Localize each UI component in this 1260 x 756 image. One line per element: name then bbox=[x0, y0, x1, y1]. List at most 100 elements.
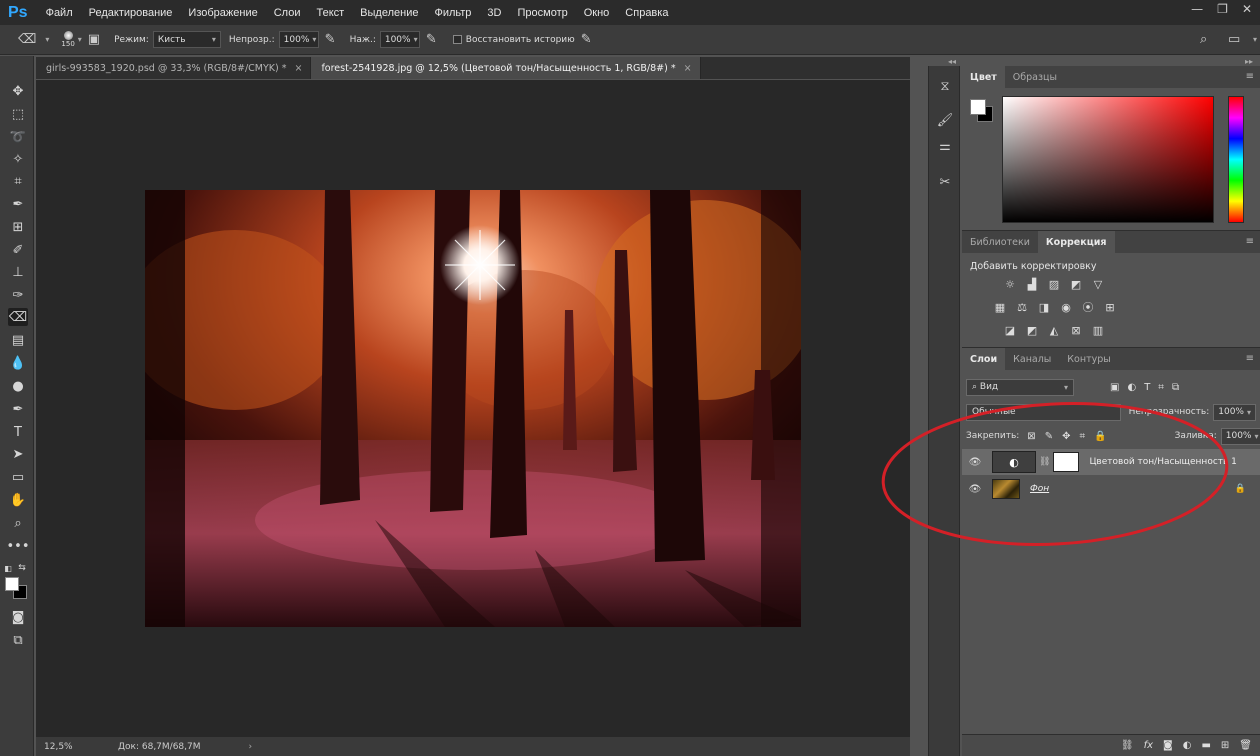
menu-view[interactable]: Просмотр bbox=[509, 7, 575, 19]
panel-menu-icon[interactable]: ≡ bbox=[1246, 353, 1254, 364]
filter-type-icon[interactable]: T bbox=[1144, 382, 1150, 393]
tab-channels[interactable]: Каналы bbox=[1005, 348, 1059, 370]
new-layer-icon[interactable]: ⊞ bbox=[1221, 740, 1229, 751]
move-tool-icon[interactable]: ✥ bbox=[8, 82, 28, 100]
eraser-preset-icon[interactable]: ⌫ bbox=[18, 32, 36, 47]
layer-row-background[interactable]: 👁 Фон 🔒 bbox=[962, 476, 1260, 502]
blend-mode-select[interactable]: Обычные bbox=[966, 403, 1121, 421]
workspace-icon[interactable]: ▭ bbox=[1228, 32, 1240, 47]
minimize-button[interactable]: — bbox=[1191, 2, 1203, 16]
color-balance-icon[interactable]: ⚖ bbox=[1014, 299, 1030, 315]
rectangle-tool-icon[interactable]: ▭ bbox=[8, 468, 28, 486]
eraser-tool-icon[interactable]: ⌫ bbox=[8, 308, 28, 326]
foreground-color-swatch[interactable] bbox=[5, 577, 19, 591]
color-lookup-icon[interactable]: ⊞ bbox=[1102, 299, 1118, 315]
mode-select[interactable]: Кисть ▾ bbox=[152, 31, 221, 48]
tab-layers[interactable]: Слои bbox=[962, 348, 1006, 370]
menu-filter[interactable]: Фильтр bbox=[426, 7, 479, 19]
magic-wand-tool-icon[interactable]: ✧ bbox=[8, 150, 28, 168]
vibrance-icon[interactable]: ▽ bbox=[1090, 276, 1106, 292]
foreground-color[interactable] bbox=[970, 99, 986, 115]
pressure-opacity-icon[interactable]: ✎ bbox=[325, 32, 336, 47]
link-icon[interactable]: ⛓ bbox=[1039, 457, 1050, 467]
pressure-size-icon[interactable]: ✎ bbox=[581, 32, 592, 47]
lock-all-icon[interactable]: 🔒 bbox=[1094, 431, 1106, 442]
menu-edit[interactable]: Редактирование bbox=[81, 7, 181, 19]
lock-paint-icon[interactable]: ✎ bbox=[1045, 431, 1053, 442]
photo-filter-icon[interactable]: ◉ bbox=[1058, 299, 1074, 315]
lock-artboard-icon[interactable]: ⌗ bbox=[1079, 431, 1085, 442]
dodge-tool-icon[interactable]: ● bbox=[8, 377, 28, 395]
new-adjustment-icon[interactable]: ◐ bbox=[1183, 740, 1192, 751]
pen-tool-icon[interactable]: ✒ bbox=[8, 400, 28, 418]
opacity-field[interactable]: 100% ▾ bbox=[278, 31, 319, 48]
link-layers-icon[interactable]: ⛓ bbox=[1121, 740, 1134, 751]
mask-thumbnail[interactable] bbox=[1053, 452, 1080, 472]
close-icon[interactable]: × bbox=[684, 63, 692, 74]
layer-style-icon[interactable]: fx bbox=[1144, 740, 1153, 751]
brush-panel-icon[interactable]: ▣ bbox=[88, 32, 100, 47]
more-tools-icon[interactable]: ••• bbox=[7, 537, 30, 555]
eyedropper-tool-icon[interactable]: ✒ bbox=[8, 195, 28, 213]
posterize-icon[interactable]: ◩ bbox=[1024, 322, 1040, 338]
properties-panel-icon[interactable]: ⚌ bbox=[935, 136, 955, 156]
curves-icon[interactable]: ▨ bbox=[1046, 276, 1062, 292]
default-colors-icon[interactable]: ◧ bbox=[2, 559, 14, 577]
chevron-down-icon[interactable]: ▾ bbox=[45, 35, 49, 44]
lock-transparency-icon[interactable]: ⊠ bbox=[1027, 431, 1035, 442]
menu-select[interactable]: Выделение bbox=[352, 7, 426, 19]
channel-mixer-icon[interactable]: ⦿ bbox=[1080, 299, 1096, 315]
crop-tool-icon[interactable]: ⌗ bbox=[8, 172, 28, 190]
panel-menu-icon[interactable]: ≡ bbox=[1246, 236, 1254, 247]
hue-slider[interactable] bbox=[1228, 96, 1244, 223]
tool-presets-icon[interactable]: ✂ bbox=[935, 172, 955, 192]
layer-name[interactable]: Фон bbox=[1030, 484, 1049, 494]
chevron-down-icon[interactable]: ▾ bbox=[1253, 35, 1257, 44]
tab-adjustments[interactable]: Коррекция bbox=[1037, 231, 1115, 253]
filter-pixel-icon[interactable]: ▣ bbox=[1110, 382, 1119, 393]
healing-brush-tool-icon[interactable]: ⊞ bbox=[8, 218, 28, 236]
menu-layers[interactable]: Слои bbox=[266, 7, 309, 19]
add-mask-icon[interactable]: ◙ bbox=[1163, 740, 1173, 751]
black-white-icon[interactable]: ◨ bbox=[1036, 299, 1052, 315]
chevron-down-icon[interactable]: ▾ bbox=[78, 35, 82, 44]
collapse-dock-icon[interactable]: ◂◂ bbox=[948, 57, 956, 66]
filter-adjustment-icon[interactable]: ◐ bbox=[1127, 382, 1136, 393]
document-tab-active[interactable]: forest-2541928.jpg @ 12,5% (Цветовой тон… bbox=[311, 57, 701, 79]
brush-tool-icon[interactable]: ✐ bbox=[8, 241, 28, 259]
search-icon[interactable]: ⌕ bbox=[1200, 32, 1207, 47]
layer-row-hue-saturation[interactable]: 👁 ◐ ⛓ Цветовой тон/Насыщенность 1 bbox=[962, 449, 1260, 475]
history-brush-tool-icon[interactable]: ✑ bbox=[8, 286, 28, 304]
layer-filter-select[interactable]: ⌕ Вид ▾ bbox=[966, 378, 1074, 396]
lasso-tool-icon[interactable]: ➰ bbox=[8, 128, 28, 146]
brightness-icon[interactable]: ☼ bbox=[1002, 276, 1018, 292]
pressure-field[interactable]: 100% ▾ bbox=[379, 31, 420, 48]
status-menu-arrow[interactable]: › bbox=[249, 742, 253, 752]
layer-opacity-field[interactable]: 100% ▾ bbox=[1213, 403, 1256, 421]
eye-icon[interactable]: 👁 bbox=[962, 457, 988, 468]
brush-presets-icon[interactable]: 🖌 bbox=[935, 110, 955, 130]
exposure-icon[interactable]: ◩ bbox=[1068, 276, 1084, 292]
menu-help[interactable]: Справка bbox=[617, 7, 676, 19]
menu-3d[interactable]: 3D bbox=[479, 7, 509, 19]
marquee-tool-icon[interactable]: ⬚ bbox=[8, 105, 28, 123]
blur-tool-icon[interactable]: 💧 bbox=[8, 354, 28, 372]
selective-color-icon[interactable]: ⊠ bbox=[1068, 322, 1084, 338]
collapse-panels-icon[interactable]: ▸▸ bbox=[1245, 57, 1253, 66]
panel-menu-icon[interactable]: ≡ bbox=[1246, 71, 1254, 82]
close-window-button[interactable]: ✕ bbox=[1242, 2, 1252, 16]
brush-size-picker[interactable]: 150 bbox=[61, 31, 75, 48]
quick-mask-icon[interactable]: ◙ bbox=[8, 608, 28, 626]
clone-stamp-tool-icon[interactable]: ⊥ bbox=[8, 263, 28, 281]
tab-swatches[interactable]: Образцы bbox=[1005, 66, 1065, 88]
menu-window[interactable]: Окно bbox=[576, 7, 618, 19]
gradient-tool-icon[interactable]: ▤ bbox=[8, 331, 28, 349]
hue-saturation-icon[interactable]: ▦ bbox=[992, 299, 1008, 315]
history-panel-icon[interactable]: ⧖ bbox=[935, 76, 955, 96]
document-tab[interactable]: girls-993583_1920.psd @ 33,3% (RGB/8#/CM… bbox=[36, 57, 312, 79]
invert-icon[interactable]: ◪ bbox=[1002, 322, 1018, 338]
airbrush-icon[interactable]: ✎ bbox=[426, 32, 437, 47]
tab-libraries[interactable]: Библиотеки bbox=[962, 231, 1038, 253]
restore-button[interactable]: ❐ bbox=[1217, 2, 1228, 16]
fill-field[interactable]: 100% ▾ bbox=[1220, 427, 1260, 445]
